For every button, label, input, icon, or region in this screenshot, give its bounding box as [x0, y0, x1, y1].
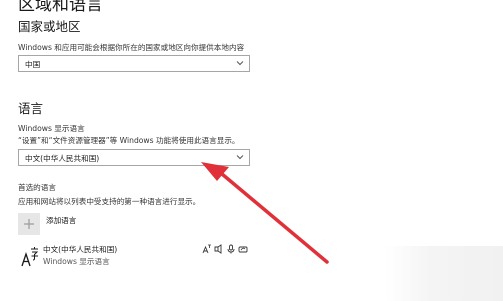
display-language-icon	[202, 244, 211, 254]
region-heading: 国家或地区	[18, 19, 81, 34]
display-language-dropdown-value: 中文(中华人民共和国)	[25, 154, 100, 163]
preferred-languages-heading: 首选的语言	[18, 183, 56, 192]
blurred-corner	[385, 246, 503, 301]
language-feature-icons	[202, 244, 250, 254]
chevron-down-icon	[236, 155, 244, 160]
speech-icon	[214, 244, 222, 254]
language-list-item[interactable]: 中文(中华人民共和国) Windows 显示语言	[18, 240, 253, 274]
language-char-icon	[21, 247, 39, 267]
add-language-label[interactable]: 添加语言	[46, 215, 76, 226]
handwriting-icon	[238, 246, 248, 253]
display-language-dropdown[interactable]: 中文(中华人民共和国)	[18, 149, 250, 166]
region-dropdown[interactable]: 中国	[18, 55, 250, 72]
page-title: 区域和语言	[18, 0, 103, 15]
region-dropdown-value: 中国	[25, 60, 41, 69]
settings-region-language-page: 区域和语言 国家或地区 Windows 和应用可能会根据你所在的国家或地区向你提…	[0, 0, 503, 301]
add-language-button[interactable]	[18, 213, 40, 235]
plus-icon	[24, 219, 34, 229]
microphone-icon	[227, 244, 235, 254]
display-language-note: “设置”和“文件资源管理器”等 Windows 功能将使用此语言显示。	[18, 136, 240, 145]
display-language-label: Windows 显示语言	[18, 124, 85, 133]
preferred-languages-note: 应用和网站将以列表中受支持的第一种语言进行显示。	[18, 197, 201, 206]
region-description: Windows 和应用可能会根据你所在的国家或地区向你提供本地内容	[18, 43, 245, 52]
language-item-name: 中文(中华人民共和国)	[43, 245, 118, 254]
language-item-subtitle: Windows 显示语言	[43, 257, 110, 266]
language-heading: 语言	[18, 101, 44, 116]
chevron-down-icon	[236, 61, 244, 66]
